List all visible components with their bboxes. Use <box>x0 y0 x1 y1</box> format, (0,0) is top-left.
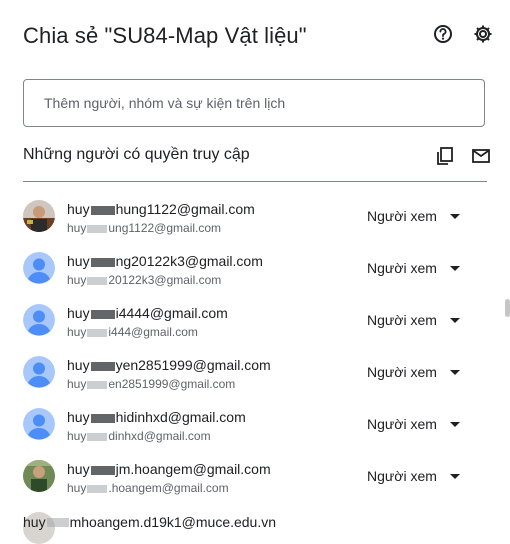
avatar <box>23 460 55 492</box>
person-row: huy jm.hoangem@gmail.com huy .hoangem@gmail… <box>0 444 500 496</box>
chevron-down-icon[interactable] <box>450 214 460 219</box>
person-name: huy hung1122@gmail.com <box>67 201 255 217</box>
dialog-title: Chia sẻ "SU84-Map Vật liệu" <box>23 23 307 48</box>
person-row: huy ng20122k3@gmail.com huy 20122k3@gmail.c… <box>0 236 500 288</box>
role-select[interactable]: Người xem <box>367 416 437 432</box>
chevron-down-icon[interactable] <box>450 422 460 427</box>
person-row: huy yen2851999@gmail.com huy en2851999@gmai… <box>0 340 500 392</box>
help-circle-icon <box>433 24 453 49</box>
role-select[interactable]: Người xem <box>367 364 437 380</box>
help-button[interactable] <box>432 24 454 49</box>
avatar <box>23 252 55 284</box>
redaction-block <box>90 205 115 215</box>
avatar <box>23 356 55 388</box>
person-email: huy dinhxd@gmail.com <box>67 429 211 443</box>
access-section-title: Những người có quyền truy cập <box>23 146 250 163</box>
redaction-block <box>87 224 108 233</box>
redaction-block <box>90 361 115 371</box>
redaction-block <box>46 518 69 527</box>
person-email: huy ung1122@gmail.com <box>67 221 222 235</box>
redaction-block <box>87 484 108 493</box>
person-name-partial: huy mhoangem.d19k1@muce.edu.vn <box>23 514 277 530</box>
person-email: huy en2851999@gmail.com <box>67 377 236 391</box>
redaction-block <box>90 257 115 267</box>
copy-emails-button[interactable] <box>435 146 455 166</box>
redaction-block <box>87 328 108 337</box>
people-list: huy hung1122@gmail.com huy ung1122@gmail.co… <box>0 184 500 496</box>
mail-icon <box>471 149 491 170</box>
gear-icon <box>473 24 493 49</box>
person-row: huy i4444@gmail.com huy i444@gmail.com Người… <box>0 288 500 340</box>
role-select[interactable]: Người xem <box>367 260 437 276</box>
chevron-down-icon[interactable] <box>450 370 460 375</box>
avatar <box>23 200 55 232</box>
redaction-block <box>90 465 115 475</box>
scrollbar-thumb[interactable] <box>505 299 510 317</box>
role-select[interactable]: Người xem <box>367 312 437 328</box>
person-name: huy i4444@gmail.com <box>67 305 228 321</box>
person-email: huy i444@gmail.com <box>67 325 198 339</box>
copy-icon <box>435 147 455 170</box>
redaction-block <box>90 309 115 319</box>
role-select[interactable]: Người xem <box>367 208 437 224</box>
redaction-block <box>87 276 108 285</box>
add-people-input[interactable]: Thêm người, nhóm và sự kiện trên lịch <box>23 79 485 127</box>
person-email: huy 20122k3@gmail.com <box>67 273 222 287</box>
chevron-down-icon[interactable] <box>450 474 460 479</box>
email-people-button[interactable] <box>471 146 491 166</box>
person-name: huy jm.hoangem@gmail.com <box>67 461 271 477</box>
settings-button[interactable] <box>472 25 494 47</box>
person-row: huy hidinhxd@gmail.com huy dinhxd@gmail.com… <box>0 392 500 444</box>
redaction-block <box>87 380 108 389</box>
person-row: huy hung1122@gmail.com huy ung1122@gmail.co… <box>0 184 500 236</box>
redaction-block <box>90 413 115 423</box>
avatar <box>23 408 55 440</box>
person-name: huy yen2851999@gmail.com <box>67 357 271 373</box>
chevron-down-icon[interactable] <box>450 266 460 271</box>
role-select[interactable]: Người xem <box>367 468 437 484</box>
person-email: huy .hoangem@gmail.com <box>67 481 229 495</box>
chevron-down-icon[interactable] <box>450 318 460 323</box>
redaction-block <box>87 432 108 441</box>
avatar <box>23 304 55 336</box>
add-people-placeholder: Thêm người, nhóm và sự kiện trên lịch <box>44 95 286 111</box>
section-divider <box>23 181 487 182</box>
person-name: huy ng20122k3@gmail.com <box>67 253 263 269</box>
person-name: huy hidinhxd@gmail.com <box>67 409 246 425</box>
share-dialog: Chia sẻ "SU84-Map Vật liệu" Thêm người, … <box>0 0 510 544</box>
